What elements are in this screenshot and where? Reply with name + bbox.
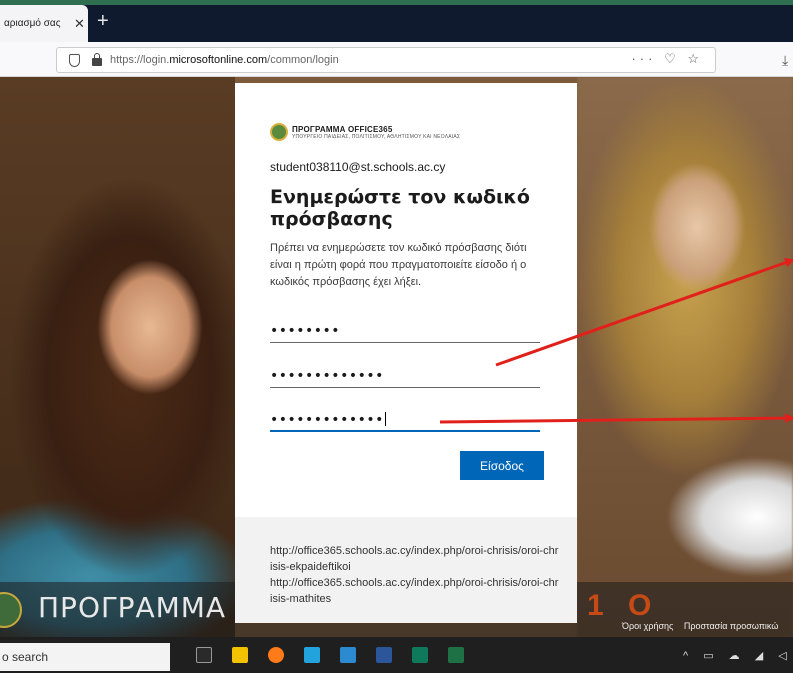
close-icon[interactable]: ✕ [74, 16, 85, 32]
browser-tab-bar: αριασμό σας ✕ + [0, 0, 793, 42]
system-tray[interactable]: ^ ▭ ☁ ◢ ◁× [683, 649, 793, 662]
task-view-icon[interactable] [196, 647, 212, 663]
firefox-icon[interactable] [268, 647, 284, 663]
lock-icon[interactable] [92, 53, 102, 66]
publisher-icon[interactable] [412, 647, 428, 663]
brand-name: ΠΡΟΓΡΑΜΜΑ OFFICE365 [292, 124, 393, 134]
background-photo-right [577, 77, 793, 637]
store-icon[interactable] [232, 647, 248, 663]
brand-logo: ΠΡΟΓΡΑΜΜΑ OFFICE365 ΥΠΟΥΡΓΕΙΟ ΠΑΙΔΕΙΑΣ, … [270, 120, 545, 144]
file-explorer-icon[interactable] [340, 647, 356, 663]
app-l-icon[interactable] [304, 647, 320, 663]
footer-links: Όροι χρήσης Προστασία προσωπικώ [622, 621, 786, 631]
user-email: student038110@st.schools.ac.cy [270, 160, 446, 174]
address-bar[interactable]: https://login.microsoftonline.com/common… [56, 47, 716, 73]
login-card: ΠΡΟΓΡΑΜΜΑ OFFICE365 ΥΠΟΥΡΓΕΙΟ ΠΑΙΔΕΙΑΣ, … [235, 83, 577, 623]
signin-button[interactable]: Είσοδος [460, 451, 544, 480]
terms-link-teachers[interactable]: http://office365.schools.ac.cy/index.php… [270, 543, 560, 575]
terms-link-students[interactable]: http://office365.schools.ac.cy/index.php… [270, 575, 560, 607]
browser-tab[interactable]: αριασμό σας ✕ [0, 5, 88, 42]
windows-taskbar: o search ^ ▭ ☁ ◢ ◁× [0, 637, 793, 673]
confirm-password-value: ••••••••••••• [270, 412, 384, 428]
word-icon[interactable] [376, 647, 392, 663]
seal-icon [270, 123, 288, 141]
background-photo-left [0, 77, 235, 637]
new-password-field[interactable]: ••••••••••••• [270, 366, 540, 388]
footer-link-privacy[interactable]: Προστασία προσωπικώ [684, 621, 778, 631]
terms-panel: http://office365.schools.ac.cy/index.php… [235, 517, 577, 623]
current-password-field[interactable]: •••••••• [270, 321, 540, 343]
office-logo-icon: 1 O [587, 589, 660, 622]
excel-icon[interactable] [448, 647, 464, 663]
brand-subtitle: ΥΠΟΥΡΓΕΙΟ ΠΑΙΔΕΙΑΣ, ΠΟΛΙΤΙΣΜΟΥ, ΑΘΛΗΤΙΣΜ… [292, 133, 461, 140]
confirm-password-field[interactable]: ••••••••••••• [270, 410, 540, 432]
tab-title: αριασμό σας [4, 18, 61, 29]
card-content: ΠΡΟΓΡΑΜΜΑ OFFICE365 ΥΠΟΥΡΓΕΙΟ ΠΑΙΔΕΙΑΣ, … [270, 120, 545, 291]
browser-toolbar: https://login.microsoftonline.com/common… [0, 42, 793, 77]
new-tab-button[interactable]: + [97, 11, 109, 31]
shield-icon[interactable] [69, 53, 80, 67]
url-text: https://login.microsoftonline.com/common… [110, 54, 339, 66]
download-icon[interactable]: ⤓ [782, 52, 788, 69]
taskbar-search[interactable]: o search [0, 643, 170, 671]
page-title: Ενημερώστε τον κωδικό πρόσβασης [270, 186, 530, 230]
footer-link-terms[interactable]: Όροι χρήσης [622, 621, 673, 631]
text-caret [384, 412, 386, 426]
description-text: Πρέπει να ενημερώσετε τον κωδικό πρόσβασ… [270, 242, 527, 288]
page-actions-icon[interactable]: ··· ♡ ☆ [631, 51, 703, 67]
